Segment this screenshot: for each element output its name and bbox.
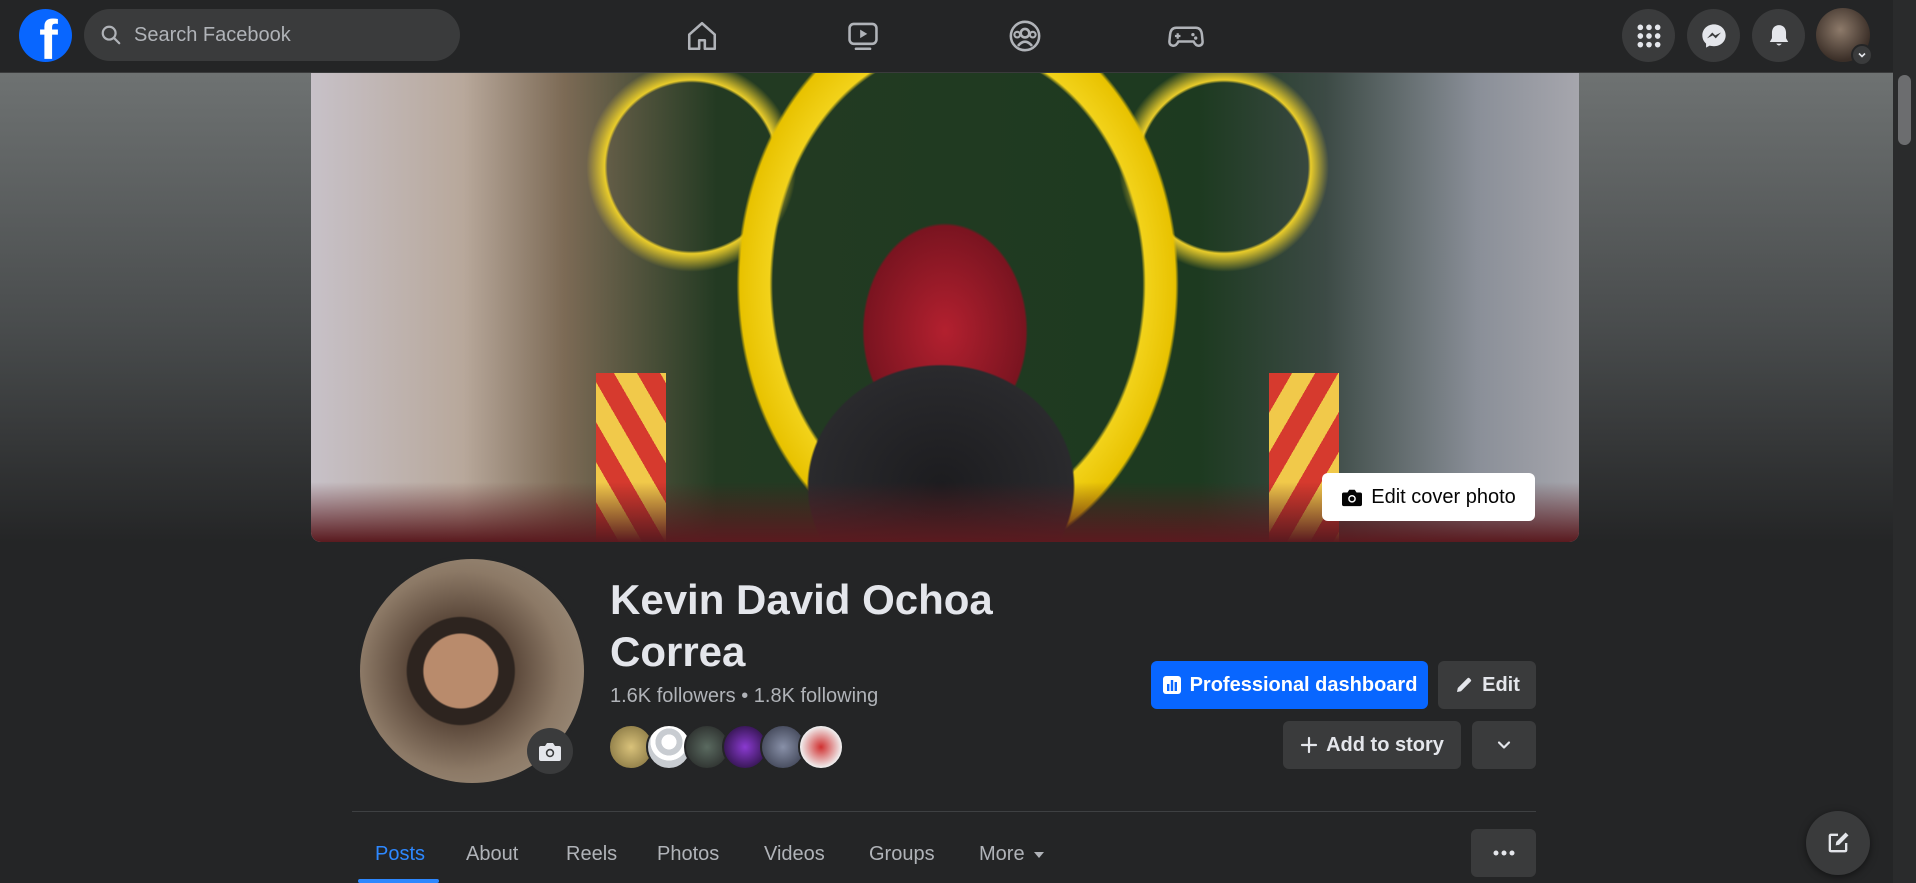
tab-groups[interactable]: Groups	[869, 843, 935, 866]
stats-separator: •	[741, 685, 749, 707]
search-input[interactable]	[132, 22, 436, 48]
notifications-button[interactable]	[1752, 9, 1805, 62]
search-icon	[101, 25, 121, 45]
dashboard-chart-icon	[1162, 676, 1181, 694]
home-icon	[687, 21, 717, 51]
tab-photos[interactable]: Photos	[657, 843, 719, 866]
messenger-button[interactable]	[1687, 9, 1740, 62]
account-menu-caret[interactable]	[1851, 44, 1873, 66]
pencil-icon	[1457, 677, 1472, 692]
more-options-dropdown[interactable]	[1472, 721, 1536, 769]
tab-more[interactable]: More	[979, 843, 1045, 866]
menu-button[interactable]	[1622, 9, 1675, 62]
tab-videos[interactable]: Videos	[764, 843, 825, 866]
camera-icon	[1342, 489, 1363, 507]
facebook-logo-letter: f	[39, 9, 58, 63]
nav-home[interactable]	[662, 12, 742, 60]
messenger-icon	[1701, 23, 1726, 48]
edit-label: Edit	[1482, 673, 1520, 696]
followers-count[interactable]: 1.6K followers	[610, 685, 736, 707]
nav-watch[interactable]	[823, 12, 903, 60]
menu-grid-icon	[1637, 24, 1660, 47]
following-count[interactable]: 1.8K following	[754, 685, 879, 707]
profile-name-line2: Correa	[610, 628, 746, 675]
chevron-down-icon	[1497, 741, 1511, 749]
tab-about[interactable]: About	[466, 843, 518, 866]
nav-gaming[interactable]	[1146, 12, 1226, 60]
edit-cover-photo-button[interactable]: Edit cover photo	[1322, 473, 1535, 521]
search-box[interactable]	[84, 9, 460, 61]
add-to-story-label: Add to story	[1326, 733, 1444, 756]
tab-posts[interactable]: Posts	[375, 843, 425, 866]
edit-cover-label: Edit cover photo	[1371, 485, 1516, 508]
new-message-button[interactable]	[1806, 811, 1870, 875]
active-tab-indicator	[358, 879, 439, 883]
add-to-story-button[interactable]: Add to story	[1283, 721, 1461, 769]
profile-more-button[interactable]	[1471, 829, 1536, 877]
facebook-logo[interactable]: f	[19, 9, 72, 62]
nav-groups[interactable]	[985, 12, 1065, 60]
gaming-icon	[1168, 26, 1204, 47]
compose-icon	[1828, 832, 1849, 853]
top-navigation-bar: f	[0, 0, 1893, 73]
tab-more-label: More	[979, 843, 1025, 865]
groups-icon	[1009, 20, 1041, 52]
edit-profile-button[interactable]: Edit	[1438, 661, 1536, 709]
ellipsis-icon	[1493, 850, 1514, 856]
camera-icon	[539, 743, 561, 761]
chevron-down-icon	[1858, 52, 1866, 58]
friend-avatar[interactable]	[798, 724, 844, 770]
cover-photo[interactable]	[311, 73, 1579, 542]
follow-stats: 1.6K followers • 1.8K following	[610, 685, 878, 708]
update-profile-picture-button[interactable]	[527, 728, 573, 774]
profile-name: Kevin David Ochoa Correa	[610, 574, 1060, 678]
notifications-icon	[1769, 24, 1788, 45]
caret-down-icon	[1033, 851, 1044, 858]
tab-reels[interactable]: Reels	[566, 843, 617, 866]
plus-icon	[1301, 736, 1318, 754]
professional-dashboard-button[interactable]: Professional dashboard	[1151, 661, 1428, 709]
professional-dashboard-label: Professional dashboard	[1189, 673, 1418, 696]
profile-divider	[352, 811, 1536, 812]
watch-icon	[848, 22, 878, 51]
scrollbar-thumb[interactable]	[1898, 75, 1911, 145]
page-scrollbar[interactable]	[1893, 0, 1916, 883]
profile-name-line1: Kevin David Ochoa	[610, 576, 993, 623]
